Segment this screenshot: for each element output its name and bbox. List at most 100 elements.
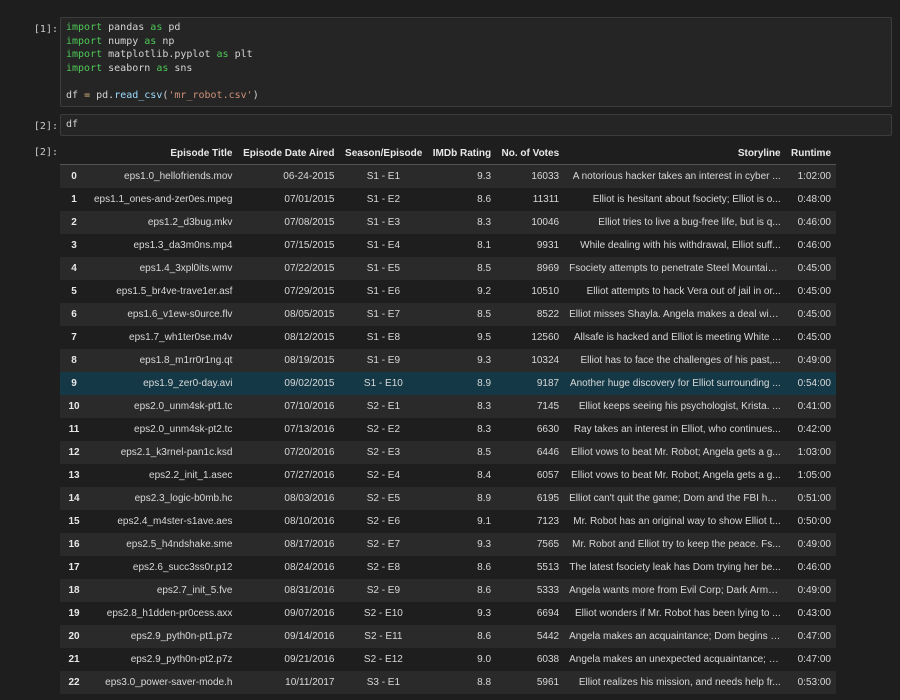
table-row[interactable]: 11 eps2.0_unm4sk-pt2.tc 07/13/2016 S2 - E2 8… [60, 418, 836, 441]
table-row[interactable]: 6 eps1.6_v1ew-s0urce.flv 08/05/2015 S1 - E7… [60, 303, 836, 326]
code-cell-2[interactable]: df [60, 114, 892, 136]
table-cell: eps2.3_logic-b0mb.hc [88, 487, 238, 510]
table-row[interactable]: 14 eps2.3_logic-b0mb.hc 08/03/2016 S2 - E5 8… [60, 487, 836, 510]
table-cell: 0:43:00 [785, 602, 836, 625]
row-index: 12 [60, 441, 88, 464]
table-cell: 8.5 [427, 303, 497, 326]
table-row[interactable]: 3 eps1.3_da3m0ns.mp4 07/15/2015 S1 - E4 8.1 9… [60, 234, 836, 257]
table-cell: Elliot misses Shayla. Angela makes a dea… [564, 303, 786, 326]
row-index: 1 [60, 188, 88, 211]
table-cell: 09/14/2016 [237, 625, 340, 648]
table-row[interactable]: 12 eps2.1_k3rnel-pan1c.ksd 07/20/2016 S2 - … [60, 441, 836, 464]
table-cell: 9.2 [427, 280, 497, 303]
code-token: as [216, 49, 229, 61]
code-line: import numpy as np [66, 35, 891, 49]
code-cell-1[interactable]: import pandas as pd import numpy as np imp… [60, 17, 892, 107]
table-row[interactable]: 10 eps2.0_unm4sk-pt1.tc 07/10/2016 S2 - E1 8… [60, 395, 836, 418]
table-row[interactable]: 0 eps1.0_hellofriends.mov 06-24-2015 S1 - E… [60, 164, 836, 188]
row-index: 22 [60, 671, 88, 694]
code-token: numpy [102, 35, 145, 47]
table-row[interactable]: 19 eps2.8_h1dden-pr0cess.axx 09/07/2016 S2 … [60, 602, 836, 625]
table-cell: S2 - E5 [339, 487, 428, 510]
table-cell: eps2.7_init_5.fve [88, 579, 238, 602]
table-cell: 8.6 [427, 579, 497, 602]
code-token: sns [168, 63, 193, 75]
table-cell: 0:42:00 [785, 418, 836, 441]
table-cell: S1 - E2 [339, 188, 428, 211]
dataframe-table: Episode Title Episode Date Aired Season/Ep… [60, 142, 836, 694]
table-body: 0 eps1.0_hellofriends.mov 06-24-2015 S1 - E… [60, 164, 836, 694]
code-token: pd [162, 22, 181, 33]
table-cell: 5333 [496, 579, 565, 602]
table-cell: S1 - E6 [339, 280, 428, 303]
table-cell: 16033 [496, 164, 565, 188]
table-cell: 8.9 [427, 487, 497, 510]
table-cell: eps1.6_v1ew-s0urce.flv [88, 303, 238, 326]
table-cell: eps1.0_hellofriends.mov [88, 164, 238, 188]
table-cell: 5442 [496, 625, 565, 648]
table-cell: 7145 [496, 395, 565, 418]
code-token: import [66, 35, 103, 47]
table-cell: S2 - E1 [339, 395, 428, 418]
table-cell: 9187 [496, 372, 565, 395]
table-cell: 10324 [496, 349, 565, 372]
table-row[interactable]: 21 eps2.9_pyth0n-pt2.p7z 09/21/2016 S2 - E1… [60, 648, 836, 671]
table-cell: eps2.4_m4ster-s1ave.aes [88, 510, 238, 533]
table-row[interactable]: 9 eps1.9_zer0-day.avi 09/02/2015 S1 - E10 8.… [60, 372, 836, 395]
table-row[interactable]: 13 eps2.2_init_1.asec 07/27/2016 S2 - E4 8.4… [60, 464, 836, 487]
code-token: import [66, 63, 103, 75]
table-cell: eps1.8_m1rr0r1ng.qt [88, 349, 238, 372]
table-row[interactable]: 16 eps2.5_h4ndshake.sme 08/17/2016 S2 - E7 9… [60, 533, 836, 556]
table-cell: 0:45:00 [785, 303, 836, 326]
table-row[interactable]: 17 eps2.6_succ3ss0r.p12 08/24/2016 S2 - E8 8… [60, 556, 836, 579]
code-token: as [144, 35, 157, 47]
table-cell: 0:47:00 [785, 648, 836, 671]
code-token: seaborn [102, 63, 157, 75]
table-cell: 08/24/2016 [237, 556, 340, 579]
table-cell: 9.3 [427, 349, 497, 372]
table-cell: 8.3 [427, 395, 497, 418]
table-cell: Elliot is hesitant about fsociety; Ellio… [564, 188, 786, 211]
table-row[interactable]: 8 eps1.8_m1rr0r1ng.qt 08/19/2015 S1 - E9 9.3… [60, 349, 836, 372]
table-cell: 7123 [496, 510, 565, 533]
table-row[interactable]: 1 eps1.1_ones-and-zer0es.mpeg 07/01/2015 S1… [60, 188, 836, 211]
table-cell: 9.3 [427, 164, 497, 188]
column-header: No. of Votes [496, 142, 565, 165]
row-index: 8 [60, 349, 88, 372]
table-cell: Angela wants more from Evil Corp; Dark A… [564, 579, 786, 602]
table-row[interactable]: 22 eps3.0_power-saver-mode.h 10/11/2017 S3 … [60, 671, 836, 694]
table-cell: Elliot tries to live a bug-free life, bu… [564, 211, 786, 234]
table-cell: 09/07/2016 [237, 602, 340, 625]
output-prompt: [2]: [33, 147, 58, 158]
row-index: 21 [60, 648, 88, 671]
row-index: 10 [60, 395, 88, 418]
table-cell: Elliot can't quit the game; Dom and the … [564, 487, 786, 510]
table-cell: 6694 [496, 602, 565, 625]
table-cell: 9.3 [427, 533, 497, 556]
table-cell: Angela makes an unexpected acquaintance;… [564, 648, 786, 671]
table-cell: Elliot realizes his mission, and needs h… [564, 671, 786, 694]
code-token: import [66, 22, 103, 33]
table-cell: 8.3 [427, 211, 497, 234]
table-cell: Ray takes an interest in Elliot, who con… [564, 418, 786, 441]
table-cell: 9931 [496, 234, 565, 257]
table-cell: 8.9 [427, 372, 497, 395]
table-row[interactable]: 5 eps1.5_br4ve-trave1er.asf 07/29/2015 S1 -… [60, 280, 836, 303]
table-row[interactable]: 15 eps2.4_m4ster-s1ave.aes 08/10/2016 S2 - … [60, 510, 836, 533]
table-cell: S1 - E1 [339, 164, 428, 188]
table-row[interactable]: 20 eps2.9_pyth0n-pt1.p7z 09/14/2016 S2 - E1… [60, 625, 836, 648]
table-cell: S1 - E9 [339, 349, 428, 372]
table-row[interactable]: 18 eps2.7_init_5.fve 08/31/2016 S2 - E9 8.6 5… [60, 579, 836, 602]
code-token: ) [252, 90, 259, 102]
table-cell: eps1.5_br4ve-trave1er.asf [88, 280, 238, 303]
cell-1-prompt: [1]: [33, 24, 58, 35]
table-row[interactable]: 4 eps1.4_3xpl0its.wmv 07/22/2015 S1 - E5 8.5… [60, 257, 836, 280]
code-token: np [156, 35, 175, 47]
table-row[interactable]: 7 eps1.7_wh1ter0se.m4v 08/12/2015 S1 - E8 9.… [60, 326, 836, 349]
table-row[interactable]: 2 eps1.2_d3bug.mkv 07/08/2015 S1 - E3 8.3 100… [60, 211, 836, 234]
table-cell: 6446 [496, 441, 565, 464]
table-cell: 0:53:00 [785, 671, 836, 694]
table-cell: Fsociety attempts to penetrate Steel Mou… [564, 257, 786, 280]
table-cell: 5961 [496, 671, 565, 694]
table-cell: S2 - E6 [339, 510, 428, 533]
